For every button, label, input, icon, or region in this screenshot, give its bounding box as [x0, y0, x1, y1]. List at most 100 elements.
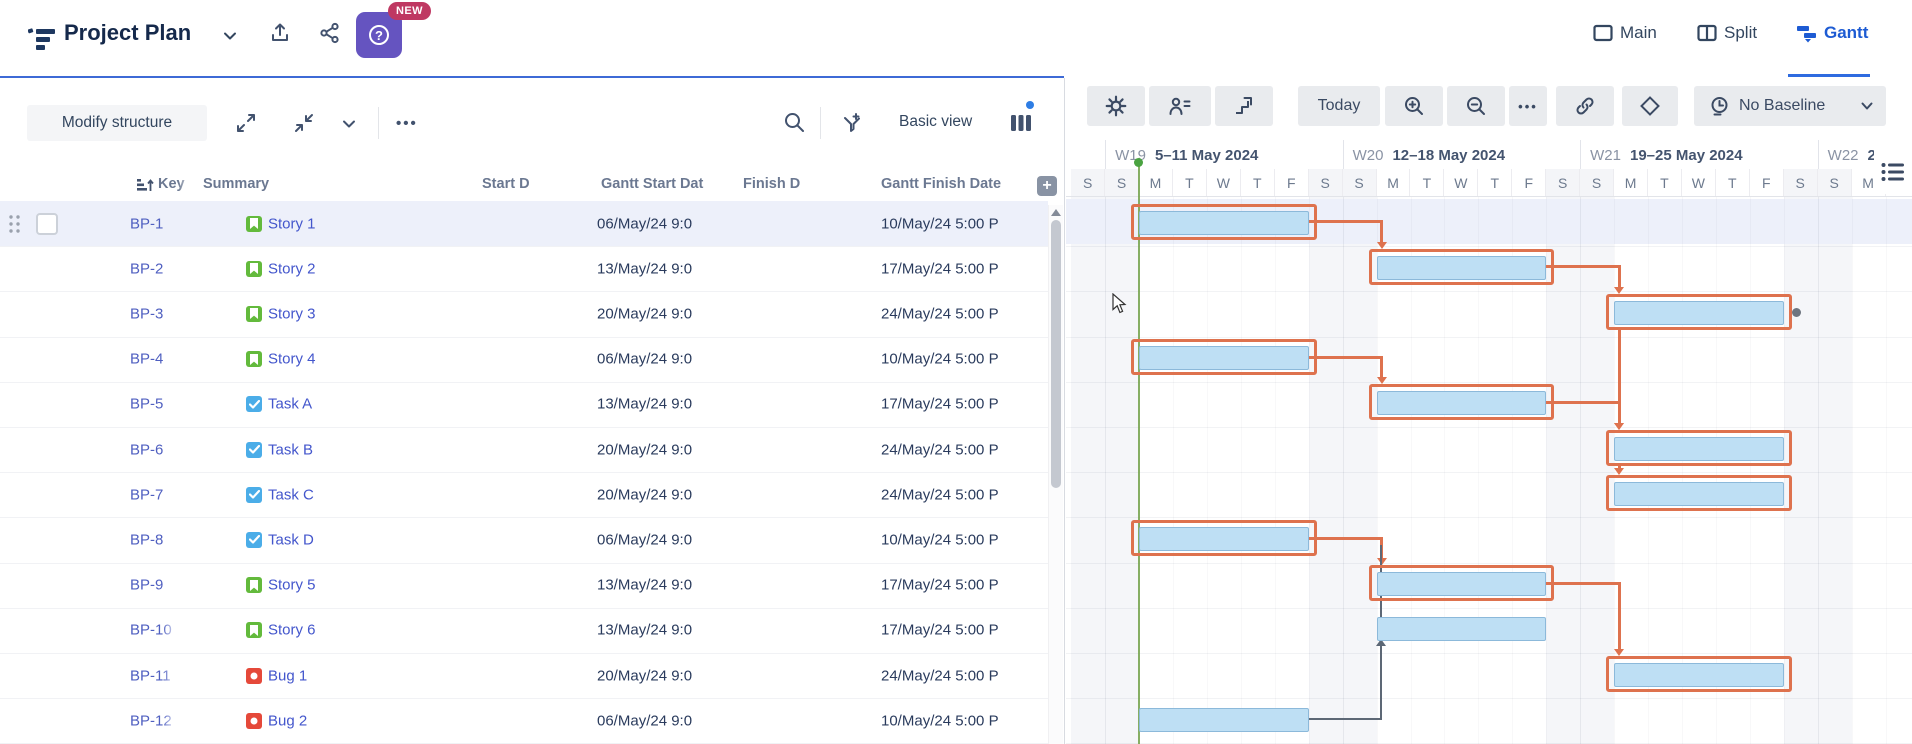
collapse-all-icon[interactable] — [292, 111, 316, 135]
baseline-selector[interactable]: No Baseline — [1694, 86, 1886, 126]
issue-key-link[interactable]: BP-9 — [130, 577, 178, 594]
gantt-resources-button[interactable] — [1149, 86, 1211, 126]
gantt-settings-button[interactable] — [1087, 86, 1145, 126]
gantt-bar[interactable] — [1377, 391, 1547, 415]
table-row[interactable]: BP-7Task C20/May/24 9:024/May/24 5:00 P — [0, 472, 1048, 518]
table-row[interactable]: BP-5Task A13/May/24 9:017/May/24 5:00 P — [0, 382, 1048, 428]
gantt-bar[interactable] — [1377, 572, 1547, 596]
scrollbar-thumb[interactable] — [1051, 220, 1061, 488]
title-chevron-down-icon[interactable] — [222, 28, 238, 44]
issue-summary-link[interactable]: Task A — [268, 396, 478, 413]
day-gridline — [1343, 197, 1344, 744]
column-header-key[interactable]: Key — [158, 176, 194, 192]
gantt-levels-button[interactable] — [1215, 86, 1273, 126]
chart-row-separator — [1066, 653, 1912, 654]
issue-key-link[interactable]: BP-12 — [130, 712, 178, 729]
row-options-button[interactable] — [1874, 150, 1912, 194]
gantt-bar[interactable] — [1614, 437, 1784, 461]
issue-summary-link[interactable]: Task D — [268, 531, 478, 548]
table-scrollbar[interactable] — [1048, 205, 1063, 744]
gantt-bar[interactable] — [1377, 256, 1547, 280]
panel-divider[interactable] — [1064, 78, 1065, 744]
sort-icon[interactable] — [136, 177, 154, 194]
table-row[interactable]: BP-10Story 613/May/24 9:017/May/24 5:00 … — [0, 608, 1048, 654]
story-icon — [246, 622, 262, 638]
issue-key-link[interactable]: BP-4 — [130, 351, 178, 368]
modify-structure-button[interactable]: Modify structure — [27, 105, 207, 141]
story-icon — [246, 216, 262, 232]
issue-summary-link[interactable]: Bug 2 — [268, 712, 478, 729]
gantt-links-button[interactable] — [1556, 86, 1614, 126]
issue-summary-link[interactable]: Task C — [268, 486, 478, 503]
issue-summary-link[interactable]: Story 5 — [268, 577, 478, 594]
search-icon[interactable] — [782, 110, 807, 135]
gantt-bar[interactable] — [1139, 527, 1309, 551]
task-icon — [246, 442, 262, 458]
issue-summary-link[interactable]: Task B — [268, 441, 478, 458]
add-column-button[interactable]: + — [1037, 176, 1057, 196]
expand-all-icon[interactable] — [234, 111, 258, 135]
table-row[interactable]: BP-4Story 406/May/24 9:010/May/24 5:00 P — [0, 337, 1048, 383]
list-icon — [1880, 160, 1906, 184]
table-row[interactable]: BP-3Story 320/May/24 9:024/May/24 5:00 P — [0, 291, 1048, 337]
issue-key-link[interactable]: BP-1 — [130, 215, 178, 232]
tab-gantt[interactable]: Gantt — [1797, 23, 1868, 43]
day-header-cell: S — [1343, 169, 1377, 197]
help-button[interactable]: ? NEW — [356, 12, 402, 58]
column-header-gantt-finish-date[interactable]: Gantt Finish Date — [881, 176, 1021, 192]
gantt-bar[interactable] — [1614, 482, 1784, 506]
share-icon[interactable] — [313, 16, 347, 50]
filter-icon[interactable] — [840, 110, 864, 135]
gantt-milestone-button[interactable] — [1622, 86, 1678, 126]
gantt-bar[interactable] — [1614, 663, 1784, 687]
tab-split[interactable]: Split — [1697, 23, 1757, 43]
table-row[interactable]: BP-9Story 513/May/24 9:017/May/24 5:00 P — [0, 563, 1048, 609]
row-checkbox[interactable] — [36, 213, 58, 235]
gantt-zoom-in-button[interactable] — [1385, 86, 1443, 126]
table-row[interactable]: BP-8Task D06/May/24 9:010/May/24 5:00 P — [0, 517, 1048, 563]
dependency-arrowhead — [1614, 468, 1624, 475]
drag-handle[interactable] — [8, 215, 24, 233]
gantt-bar[interactable] — [1377, 617, 1547, 641]
issue-summary-link[interactable]: Bug 1 — [268, 667, 478, 684]
column-header-start-date[interactable]: Start D — [482, 176, 544, 192]
issue-key-link[interactable]: BP-5 — [130, 396, 178, 413]
issue-key-link[interactable]: BP-11 — [130, 667, 178, 684]
issue-key-link[interactable]: BP-7 — [130, 486, 178, 503]
gantt-bar[interactable] — [1139, 211, 1309, 235]
more-actions-button[interactable]: ••• — [396, 115, 418, 132]
tab-main[interactable]: Main — [1593, 23, 1657, 43]
issue-summary-link[interactable]: Story 1 — [268, 215, 478, 232]
gantt-bar[interactable] — [1139, 346, 1309, 370]
gantt-bar[interactable] — [1614, 301, 1784, 325]
view-selector[interactable]: Basic view — [899, 113, 972, 131]
issue-summary-link[interactable]: Story 2 — [268, 260, 478, 277]
column-header-gantt-start-date[interactable]: Gantt Start Dat — [601, 176, 721, 192]
gantt-more-button[interactable]: ••• — [1509, 86, 1547, 126]
issue-summary-link[interactable]: Story 4 — [268, 351, 478, 368]
scrollbar-up-arrow[interactable] — [1051, 209, 1061, 216]
expand-options-chevron-icon[interactable] — [341, 116, 357, 132]
gantt-zoom-out-button[interactable] — [1447, 86, 1505, 126]
export-button[interactable] — [263, 16, 297, 50]
gantt-today-button[interactable]: Today — [1298, 86, 1380, 126]
issue-key-link[interactable]: BP-8 — [130, 531, 178, 548]
table-row[interactable]: BP-6Task B20/May/24 9:024/May/24 5:00 P — [0, 427, 1048, 473]
dependency-link — [1618, 401, 1621, 424]
table-row[interactable]: BP-2Story 213/May/24 9:017/May/24 5:00 P — [0, 246, 1048, 292]
columns-icon[interactable] — [1008, 110, 1034, 136]
issue-key-link[interactable]: BP-10 — [130, 622, 178, 639]
chart-row-separator — [1066, 382, 1912, 383]
table-row[interactable]: BP-12Bug 206/May/24 9:010/May/24 5:00 P — [0, 698, 1048, 744]
column-header-summary[interactable]: Summary — [203, 176, 323, 192]
issue-summary-link[interactable]: Story 3 — [268, 305, 478, 322]
issue-summary-link[interactable]: Story 6 — [268, 622, 478, 639]
column-header-finish-date[interactable]: Finish D — [743, 176, 813, 192]
table-row[interactable]: BP-1Story 106/May/24 9:010/May/24 5:00 P — [0, 201, 1048, 247]
issue-key-link[interactable]: BP-2 — [130, 260, 178, 277]
gantt-bar[interactable] — [1139, 708, 1309, 732]
columns-notification-dot — [1026, 101, 1034, 109]
table-row[interactable]: BP-11Bug 120/May/24 9:024/May/24 5:00 P — [0, 653, 1048, 699]
issue-key-link[interactable]: BP-3 — [130, 305, 178, 322]
issue-key-link[interactable]: BP-6 — [130, 441, 178, 458]
